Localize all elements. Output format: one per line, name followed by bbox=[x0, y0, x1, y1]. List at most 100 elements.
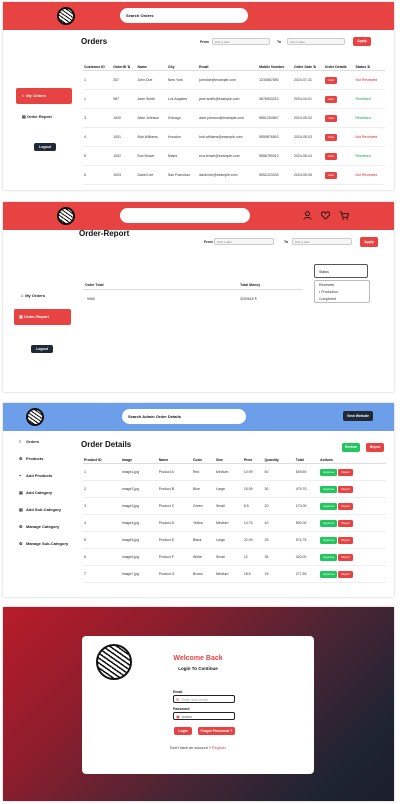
sidebar-item-icon: ⚙ bbox=[19, 456, 23, 461]
sidebar-item-order-report[interactable]: ▤ Order-Report bbox=[14, 309, 71, 325]
review-button[interactable]: Review bbox=[342, 443, 360, 452]
reject-button[interactable]: Reject bbox=[338, 536, 353, 544]
table-cell: Jane Smith bbox=[136, 89, 167, 109]
table-cell: 14.75 bbox=[242, 514, 264, 532]
approve-button[interactable]: Approve bbox=[320, 485, 338, 493]
user-icon[interactable] bbox=[303, 211, 312, 220]
approve-button[interactable]: Approve bbox=[320, 536, 338, 544]
to-date-input[interactable]: Pick a date bbox=[287, 38, 345, 45]
sidebar-item[interactable]: ≡ Orders bbox=[19, 439, 39, 444]
table-cell: 2024-04-01 bbox=[293, 89, 324, 109]
table-cell: 2 bbox=[83, 480, 121, 498]
approve-button[interactable]: Approve bbox=[320, 570, 338, 578]
table-cell: alice.johnson@example.com bbox=[198, 108, 259, 128]
table-cell: image4.jpg bbox=[120, 514, 158, 532]
sidebar-item-order-report[interactable]: ▤ Order Report bbox=[22, 114, 52, 119]
approve-button[interactable]: Approve bbox=[320, 519, 338, 527]
reject-button[interactable]: Reject bbox=[338, 553, 353, 561]
table-cell: 8.5 bbox=[242, 497, 264, 515]
sidebar-item[interactable]: ⚙ Manage Sub-Category bbox=[19, 541, 68, 546]
table-cell: david.lee@example.com bbox=[198, 165, 259, 185]
heart-icon[interactable] bbox=[321, 211, 330, 220]
logout-button[interactable]: Logout bbox=[34, 143, 56, 151]
table-cell: 1 bbox=[83, 89, 113, 109]
view-button[interactable]: View bbox=[324, 133, 338, 141]
reject-button[interactable]: Reject bbox=[338, 570, 353, 578]
status-dropdown-menu: Reviewed • Production Completed bbox=[314, 280, 370, 303]
table-cell: 20 bbox=[263, 497, 295, 515]
table-row: 3 image3.jpg Product C Green Small 8.5 20 170.0… bbox=[83, 497, 386, 515]
table-cell: Red bbox=[191, 463, 215, 481]
table-row: 1 267 John Doe New York johndoe@example.com 1… bbox=[83, 70, 385, 90]
table-cell: 277.50 bbox=[294, 565, 320, 583]
view-button[interactable]: View bbox=[324, 171, 338, 179]
table-cell: 15 bbox=[263, 565, 295, 583]
mail-icon: ✉ bbox=[176, 697, 180, 702]
sidebar-item[interactable]: ⚙ Products bbox=[19, 456, 43, 461]
table-cell: 574.75 bbox=[294, 531, 320, 549]
table-cell: 420.00 bbox=[294, 548, 320, 566]
sidebar-item-my-orders[interactable]: ☺ My Orders bbox=[16, 88, 72, 104]
col-total-money: Total Money bbox=[240, 283, 261, 287]
reject-button[interactable]: Reject bbox=[338, 519, 353, 527]
order-total-value: 9960 bbox=[87, 297, 95, 301]
view-button[interactable]: View bbox=[324, 114, 338, 122]
table-cell: 1003 bbox=[112, 165, 137, 185]
sidebar-item-my-orders[interactable]: ☺ My Orders bbox=[20, 293, 45, 298]
view-button[interactable]: View bbox=[324, 152, 338, 160]
view-button[interactable]: View bbox=[324, 95, 338, 103]
from-date-input[interactable]: Pick a date bbox=[212, 38, 270, 45]
sidebar-item-icon: ⚙ bbox=[19, 541, 23, 546]
report-search-input[interactable] bbox=[120, 208, 250, 223]
yarn-logo-icon bbox=[26, 408, 44, 426]
approve-button[interactable]: Approve bbox=[320, 502, 338, 510]
table-cell: John Doe bbox=[136, 70, 167, 90]
register-link[interactable]: Register bbox=[212, 746, 226, 750]
sidebar-item[interactable]: ▤ Add Sub-Category bbox=[19, 507, 61, 512]
approve-button[interactable]: Approve bbox=[320, 468, 338, 476]
reject-button[interactable]: Reject bbox=[338, 502, 353, 510]
table-cell: 1002 bbox=[112, 146, 137, 166]
dropdown-option[interactable]: • Production bbox=[315, 288, 369, 295]
sidebar-item-label: Orders bbox=[26, 439, 40, 444]
status-select[interactable]: Status bbox=[314, 264, 368, 278]
table-cell: Product E bbox=[157, 531, 192, 549]
orders-search-input[interactable]: Search Orders bbox=[120, 8, 248, 23]
table-row: 5 image5.jpg Product E Black Large 22.99 25 574… bbox=[83, 531, 386, 549]
password-field[interactable]: ▣ •••••••• bbox=[173, 712, 235, 720]
apply-button[interactable]: Apply bbox=[353, 37, 371, 46]
table-cell: Large bbox=[215, 531, 243, 549]
from-date-input[interactable]: Pick a date bbox=[214, 238, 274, 245]
sidebar-item[interactable]: ▤ Add Category bbox=[19, 490, 52, 495]
login-subtitle: Login To Continue bbox=[178, 666, 218, 671]
view-button[interactable]: View bbox=[324, 76, 338, 84]
table-cell: View bbox=[323, 146, 355, 166]
to-date-input[interactable]: Pick a date bbox=[292, 238, 352, 245]
email-field[interactable]: ✉ Enter your email bbox=[173, 695, 235, 703]
table-cell: Product C bbox=[157, 497, 192, 515]
login-button[interactable]: Login bbox=[174, 727, 192, 735]
reject-button[interactable]: Reject bbox=[338, 468, 353, 476]
admin-search-input[interactable]: Search Admin Order Details bbox=[122, 409, 246, 424]
dropdown-option[interactable]: Completed bbox=[315, 295, 369, 302]
apply-button[interactable]: Apply bbox=[360, 237, 378, 247]
table-cell: Chicago bbox=[166, 108, 199, 128]
logout-button[interactable]: Logout bbox=[31, 345, 53, 353]
table-cell: Product F bbox=[157, 548, 192, 566]
reject-button[interactable]: Reject bbox=[338, 485, 353, 493]
table-cell: image7.jpg bbox=[120, 565, 158, 583]
view-website-button[interactable]: View Website bbox=[343, 411, 373, 421]
col-order-total: Order Total bbox=[85, 283, 104, 287]
sidebar-item[interactable]: ⚙ Manage Category bbox=[19, 524, 59, 529]
cart-icon[interactable] bbox=[339, 211, 349, 220]
forgot-password-button[interactable]: Forgot Password ? bbox=[198, 727, 235, 735]
status-badge: Not Reviewed bbox=[354, 70, 385, 90]
status-badge: Reviewed bbox=[354, 146, 385, 166]
dropdown-option[interactable]: Reviewed bbox=[315, 281, 369, 288]
table-cell: Medium bbox=[215, 463, 243, 481]
sidebar-item[interactable]: + Add Products bbox=[19, 473, 52, 478]
sidebar-item-label: Products bbox=[26, 456, 44, 461]
sidebar-item-label: Add Sub-Category bbox=[26, 507, 62, 512]
approve-button[interactable]: Approve bbox=[320, 553, 338, 561]
reject-button[interactable]: Reject bbox=[366, 443, 384, 452]
